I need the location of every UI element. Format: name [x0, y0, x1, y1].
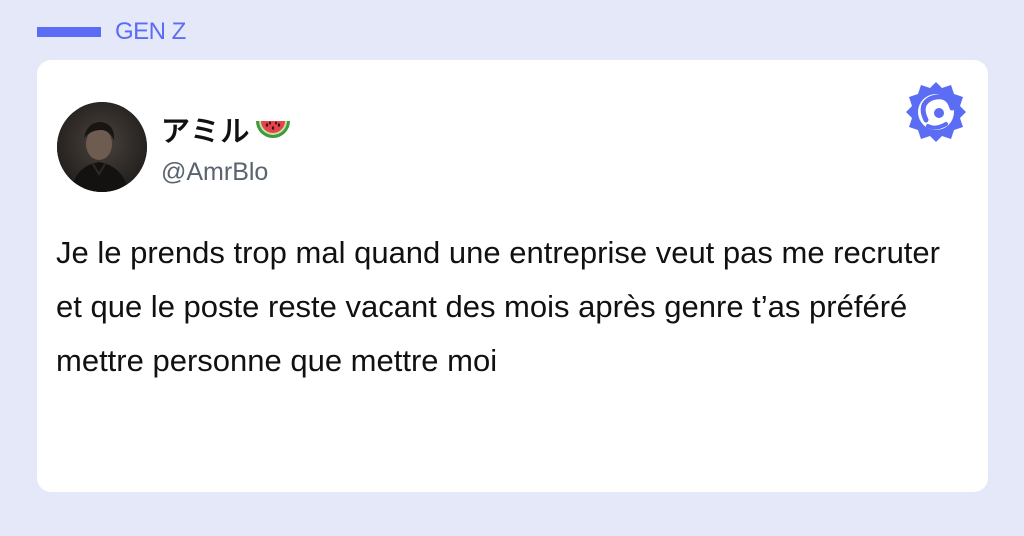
author-name-row[interactable]: アミル	[161, 108, 292, 150]
watermelon-icon	[254, 115, 292, 143]
category-accent-bar	[37, 27, 101, 37]
brand-logo-icon[interactable]	[904, 80, 968, 144]
tweet-text: Je le prends trop mal quand une entrepri…	[56, 235, 940, 378]
author-handle[interactable]: @AmrBlo	[161, 158, 268, 187]
tweet-card: アミル @AmrBlo Je le prends trop mal quand …	[37, 60, 988, 492]
avatar[interactable]	[57, 102, 147, 192]
avatar-image	[57, 102, 147, 192]
category-header: GEN Z	[37, 18, 186, 46]
author-name[interactable]: アミル	[161, 108, 250, 150]
category-label: GEN Z	[115, 18, 186, 45]
